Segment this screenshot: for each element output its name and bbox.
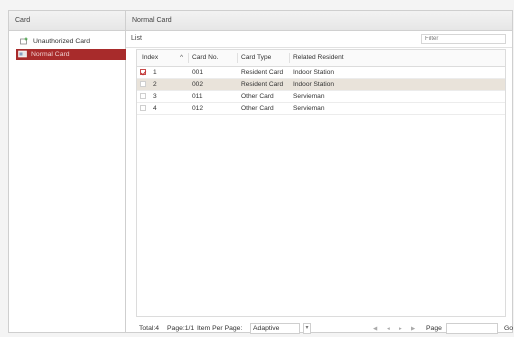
sort-indicator-icon[interactable]: ^ <box>180 50 183 66</box>
row-index: 4 <box>153 105 157 112</box>
row-index: 3 <box>153 93 157 100</box>
pagination-bar: Total:4 Page:1/1 Item Per Page: Adaptive… <box>136 323 513 335</box>
row-card-type: Resident Card <box>241 69 284 76</box>
go-button[interactable]: Go <box>504 323 513 335</box>
row-checkbox[interactable] <box>140 105 146 111</box>
card-icon <box>18 50 27 58</box>
card-tree-panel: Card Unauthorized Card Normal Card <box>9 11 126 332</box>
normal-card-title: Normal Card <box>126 11 512 31</box>
column-divider <box>188 53 189 63</box>
next-page-icon[interactable]: ▸ <box>399 323 402 335</box>
card-management-window: Card Unauthorized Card Normal Card Norma… <box>8 10 513 335</box>
items-per-page-label: Item Per Page: <box>197 325 243 332</box>
row-card-no: 001 <box>192 69 204 76</box>
row-related-resident: Servieman <box>293 105 325 112</box>
table-row[interactable]: 4 012 Other Card Servieman <box>137 103 505 115</box>
tree-item-unauthorized-card[interactable]: Unauthorized Card <box>18 36 125 47</box>
row-checkbox[interactable] <box>140 93 146 99</box>
total-count: Total:4 <box>139 325 160 332</box>
chevron-down-icon[interactable]: ▾ <box>303 323 311 334</box>
row-related-resident: Indoor Station <box>293 69 335 76</box>
card-tree: Unauthorized Card Normal Card <box>9 31 126 60</box>
table-row[interactable]: 1 001 Resident Card Indoor Station <box>137 67 505 79</box>
items-per-page-select[interactable]: Adaptive <box>250 323 300 334</box>
table-row[interactable]: 3 011 Other Card Servieman <box>137 91 505 103</box>
prev-page-icon[interactable]: ◂ <box>387 323 390 335</box>
card-add-icon <box>20 37 28 45</box>
column-header-card-type[interactable]: Card Type <box>241 50 271 66</box>
tree-item-label: Unauthorized Card <box>33 38 91 45</box>
filter-input[interactable] <box>421 34 506 44</box>
row-card-type: Other Card <box>241 93 274 100</box>
row-checkbox[interactable] <box>140 69 146 75</box>
row-card-no: 012 <box>192 105 204 112</box>
column-header-card-no[interactable]: Card No. <box>192 50 218 66</box>
last-page-icon[interactable]: ▶ <box>411 323 415 335</box>
row-related-resident: Servieman <box>293 93 325 100</box>
tree-item-label: Normal Card <box>31 51 70 58</box>
table-header: Index ^ Card No. Card Type Related Resid… <box>137 50 505 67</box>
page-label: Page <box>426 325 442 332</box>
card-table: Index ^ Card No. Card Type Related Resid… <box>136 49 506 317</box>
row-card-type: Resident Card <box>241 81 284 88</box>
column-header-related-resident[interactable]: Related Resident <box>293 50 344 66</box>
column-divider <box>237 53 238 63</box>
card-panel-title: Card <box>9 11 125 31</box>
page-number-input[interactable] <box>446 323 498 334</box>
column-header-index[interactable]: Index <box>142 50 158 66</box>
row-card-no: 002 <box>192 81 204 88</box>
row-index: 2 <box>153 81 157 88</box>
first-page-icon[interactable]: ◀ <box>373 323 377 335</box>
row-card-no: 011 <box>192 93 203 100</box>
page-info: Page:1/1 <box>167 325 195 332</box>
column-divider <box>289 53 290 63</box>
tree-item-normal-card[interactable]: Normal Card <box>16 49 126 60</box>
table-row[interactable]: 2 002 Resident Card Indoor Station <box>137 79 505 91</box>
row-checkbox[interactable] <box>140 81 146 87</box>
card-list-panel: Normal Card List Index ^ Card No. Card T… <box>126 11 513 335</box>
row-card-type: Other Card <box>241 105 274 112</box>
row-related-resident: Indoor Station <box>293 81 335 88</box>
row-index: 1 <box>153 69 157 76</box>
